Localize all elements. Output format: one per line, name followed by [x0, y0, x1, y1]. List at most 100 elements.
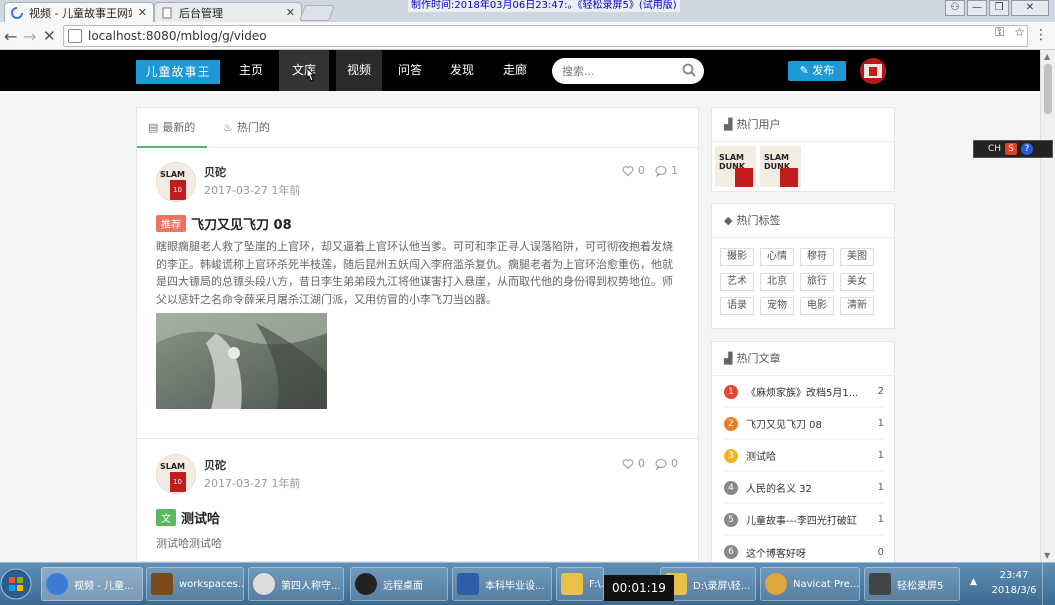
post-author[interactable]: 贝砣 — [204, 164, 226, 180]
comment-icon[interactable] — [655, 458, 667, 470]
key-icon[interactable]: ⚿ — [995, 25, 1004, 40]
start-button-icon[interactable] — [0, 565, 34, 603]
tag-item[interactable]: 北京 — [760, 273, 794, 291]
close-window-button[interactable]: ✕ — [1011, 0, 1049, 16]
tag-item[interactable]: 美女 — [840, 273, 874, 291]
menu-icon[interactable]: ⋮ — [1034, 27, 1048, 43]
ime-language[interactable]: CH — [988, 144, 1001, 154]
like-count: 0 — [638, 164, 645, 177]
tag-item[interactable]: 旅行 — [800, 273, 834, 291]
user-icon[interactable]: ⚇ — [945, 0, 965, 16]
rank-badge: 5 — [724, 512, 738, 527]
taskbar-item-folder-d[interactable]: D:\录屏\轻... — [660, 567, 756, 601]
post-meta: 2017-03-27 1年前 — [204, 182, 300, 198]
post-title[interactable]: 推荐 飞刀又见飞刀 08 — [156, 214, 292, 233]
help-icon[interactable]: ? — [1021, 143, 1034, 155]
scrollbar-thumb[interactable] — [1044, 64, 1052, 114]
article-count: 1 — [877, 482, 884, 493]
heart-icon[interactable] — [622, 458, 634, 470]
nav-home[interactable]: 主页 — [230, 50, 272, 91]
hot-article-item[interactable]: 4 人民的名义 32 1 — [724, 472, 884, 504]
user-avatar[interactable] — [860, 58, 886, 84]
hot-user-avatar[interactable]: SLAM DUNK — [760, 146, 801, 187]
tag-item[interactable]: 宠物 — [760, 297, 794, 315]
tray-expand-icon[interactable]: ▲ — [970, 577, 977, 587]
tag-item[interactable]: 艺术 — [720, 273, 754, 291]
taskbar-item-chrome[interactable]: 视频 - 儿童... — [41, 567, 143, 601]
avatar-image: SLAM 10 — [156, 162, 196, 202]
search-input[interactable] — [562, 64, 672, 78]
new-tab-button[interactable] — [299, 5, 335, 21]
post-excerpt: 瞎眼瘸腿老人救了坠崖的上官环，却又逼着上官环认他当爹。可可和李正寻人误落陷阱，可… — [156, 240, 673, 306]
nav-qa[interactable]: 问答 — [389, 50, 431, 91]
app-icon — [253, 573, 275, 595]
tab-hot[interactable]: ♨ 热门的 — [223, 108, 293, 148]
article-title: 人民的名义 32 — [746, 484, 812, 495]
tag-item[interactable]: 美图 — [840, 248, 874, 266]
post-author[interactable]: 贝砣 — [204, 457, 226, 473]
navicat-icon — [765, 573, 787, 595]
loading-icon — [11, 6, 23, 19]
tag-item[interactable]: 穆符 — [800, 248, 834, 266]
nav-video[interactable]: 视频 — [336, 50, 382, 91]
show-desktop-button[interactable] — [1042, 563, 1055, 605]
taskbar-item-remote-desktop[interactable]: 远程桌面 — [350, 567, 448, 601]
back-icon[interactable]: ← — [4, 27, 17, 46]
taskbar-item-navicat[interactable]: Navicat Pre... — [760, 567, 860, 601]
minimize-button[interactable]: — — [967, 0, 987, 16]
bookmark-star-icon[interactable]: ☆ — [1014, 25, 1025, 40]
stop-icon[interactable]: ✕ — [43, 27, 56, 45]
post-title-text: 飞刀又见飞刀 08 — [191, 218, 292, 233]
taskbar-item-eclipse[interactable]: workspaces... — [146, 567, 244, 601]
tag-item[interactable]: 摄影 — [720, 248, 754, 266]
taskbar-item-folder-f[interactable]: F:\... — [556, 567, 604, 601]
panel-title: ◆ 热门标签 — [712, 204, 894, 238]
scroll-down-icon[interactable]: ▼ — [1044, 551, 1050, 560]
taskbar-item-recorder[interactable]: 轻松录屏5 — [864, 567, 960, 601]
search-icon[interactable] — [682, 63, 696, 77]
tab-hot-label: 热门的 — [236, 121, 270, 134]
author-avatar[interactable]: SLAM 10 — [156, 162, 196, 202]
address-bar[interactable]: localhost:8080/mblog/g/video — [63, 25, 1028, 47]
hot-article-item[interactable]: 2 飞刀又见飞刀 08 1 — [724, 408, 884, 440]
close-tab-icon[interactable]: ✕ — [138, 6, 147, 19]
hot-article-item[interactable]: 5 儿童故事---李四光打破缸 1 — [724, 504, 884, 536]
hot-users-panel: ▟ 热门用户 SLAM DUNK SLAM DUNK — [711, 107, 895, 192]
post-date: 2017-03-27 — [204, 477, 268, 490]
browser-tab-admin[interactable]: 后台管理 ✕ — [154, 2, 302, 22]
hot-user-avatar[interactable]: SLAM DUNK — [715, 146, 756, 187]
tag-item[interactable]: 清新 — [840, 297, 874, 315]
hot-article-item[interactable]: 1 《麻烦家族》改档5月1... 2 — [724, 376, 884, 408]
heart-icon[interactable] — [622, 165, 634, 177]
tag-item[interactable]: 心情 — [760, 248, 794, 266]
svg-text:SLAM: SLAM — [719, 153, 744, 162]
restore-button[interactable]: ❐ — [989, 0, 1009, 16]
site-logo[interactable]: 儿童故事王 — [136, 60, 220, 84]
nav-corridor[interactable]: 走廊 — [494, 50, 536, 91]
taskbar-item-app[interactable]: 第四人称守... — [248, 567, 344, 601]
taskbar-item-word[interactable]: 本科毕业设... — [452, 567, 552, 601]
nav-discover[interactable]: 发现 — [441, 50, 483, 91]
author-avatar[interactable]: SLAM 10 — [156, 454, 196, 494]
svg-text:SLAM: SLAM — [764, 153, 789, 162]
system-clock[interactable]: 23:47 2018/3/6 — [990, 568, 1038, 598]
scroll-up-icon[interactable]: ▲ — [1044, 52, 1050, 61]
post-video-thumbnail[interactable] — [156, 313, 327, 409]
taskbar-label: 轻松录屏5 — [897, 580, 944, 592]
sogou-icon[interactable]: S — [1005, 143, 1018, 155]
panel-title-text: 热门用户 — [736, 118, 781, 131]
hot-article-item[interactable]: 3 测试哈 1 — [724, 440, 884, 472]
post-title[interactable]: 文 测试哈 — [156, 508, 220, 527]
page-scrollbar[interactable]: ▲ ▼ — [1040, 50, 1055, 562]
publish-button[interactable]: ✎ 发布 — [788, 61, 846, 81]
comment-icon[interactable] — [655, 165, 667, 177]
tag-item[interactable]: 语录 — [720, 297, 754, 315]
forward-icon[interactable]: → — [23, 27, 36, 46]
taskbar-label: 远程桌面 — [383, 580, 423, 592]
close-tab-icon[interactable]: ✕ — [286, 6, 295, 19]
tab-latest[interactable]: ▤ 最新的 — [137, 108, 207, 148]
page-info-icon[interactable] — [68, 29, 82, 43]
browser-tab-video[interactable]: 视频 - 儿童故事王网站 ✕ — [4, 2, 154, 22]
tag-item[interactable]: 电影 — [800, 297, 834, 315]
article-count: 1 — [877, 418, 884, 429]
